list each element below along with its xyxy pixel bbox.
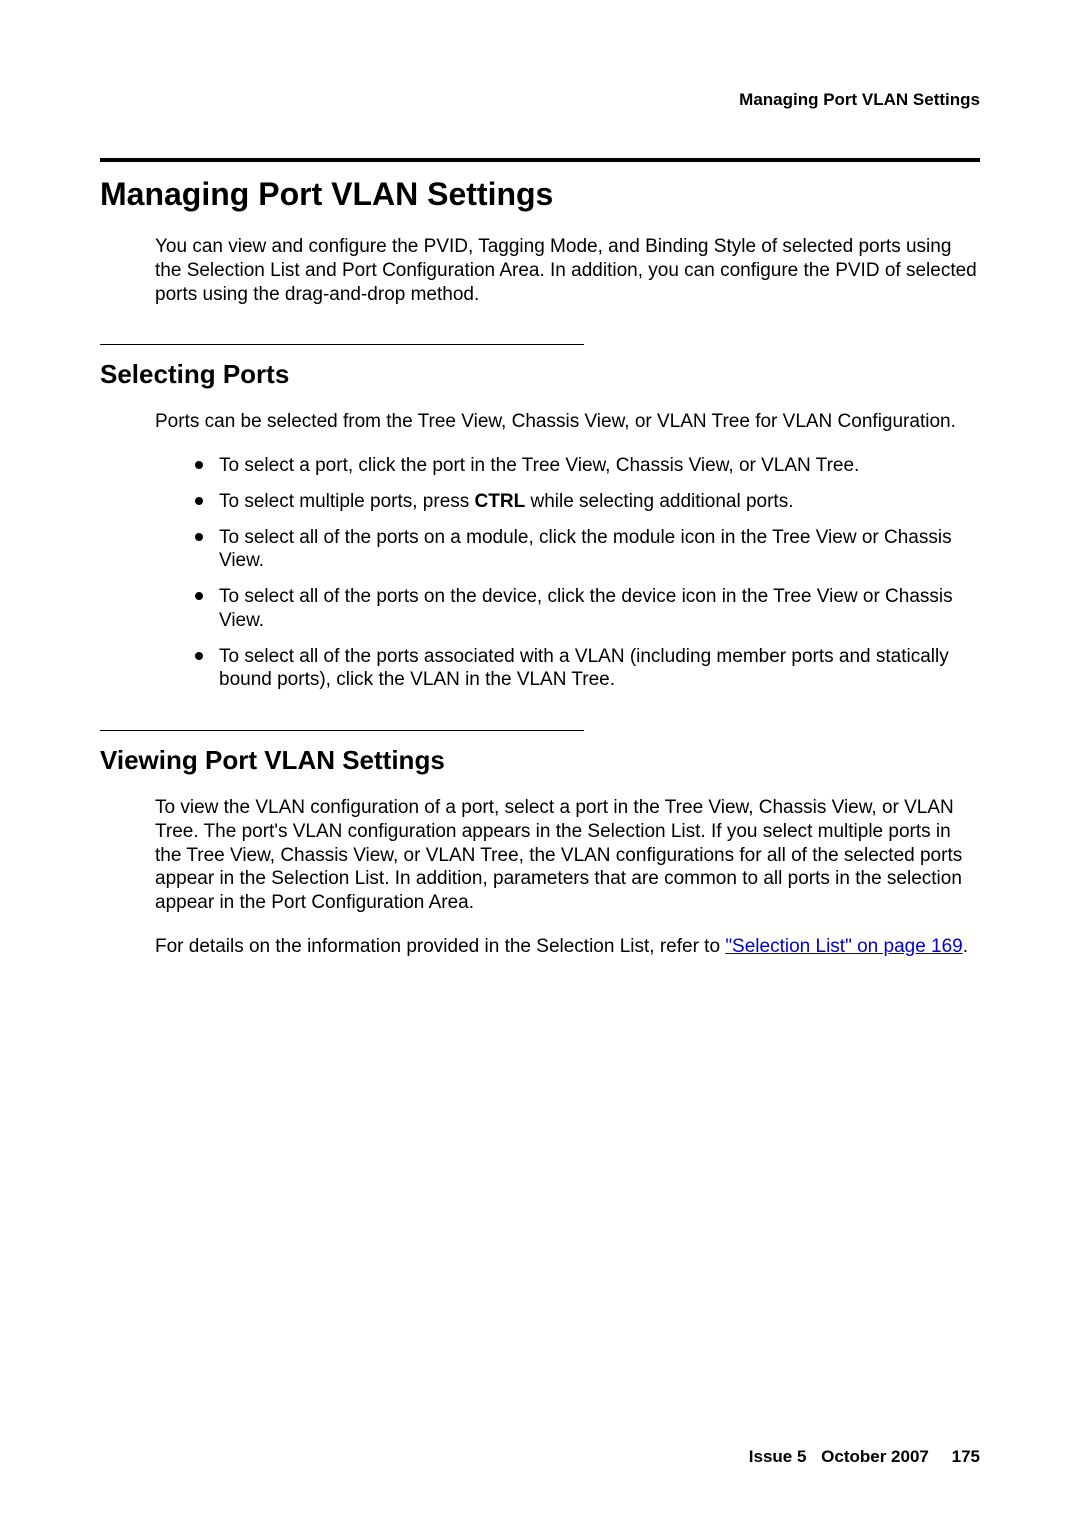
subsection-rule xyxy=(100,344,584,345)
list-item: To select multiple ports, press CTRL whi… xyxy=(195,490,980,514)
selection-list-link[interactable]: "Selection List" on page 169 xyxy=(725,936,962,957)
ctrl-key-label: CTRL xyxy=(475,491,526,512)
subsection-rule xyxy=(100,730,584,731)
body-text: For details on the information provided … xyxy=(155,936,725,957)
list-item-text: To select multiple ports, press xyxy=(219,491,475,512)
page-footer: Issue 5 October 2007 175 xyxy=(749,1447,980,1467)
page-title: Managing Port VLAN Settings xyxy=(100,176,980,213)
issue-label: Issue 5 xyxy=(749,1447,807,1466)
document-page: Managing Port VLAN Settings Managing Por… xyxy=(0,0,1080,1527)
footer-date: October 2007 xyxy=(821,1447,929,1466)
list-item: To select a port, click the port in the … xyxy=(195,454,980,478)
selecting-ports-bullets: To select a port, click the port in the … xyxy=(195,454,980,692)
body-text: . xyxy=(963,936,968,957)
page-number: 175 xyxy=(952,1447,980,1466)
viewing-paragraph-1: To view the VLAN configuration of a port… xyxy=(155,796,980,915)
viewing-settings-heading: Viewing Port VLAN Settings xyxy=(100,745,980,776)
list-item: To select all of the ports associated wi… xyxy=(195,645,980,693)
list-item: To select all of the ports on the device… xyxy=(195,585,980,633)
viewing-paragraph-2: For details on the information provided … xyxy=(155,935,980,959)
intro-paragraph: You can view and configure the PVID, Tag… xyxy=(155,235,980,306)
list-item: To select all of the ports on a module, … xyxy=(195,526,980,574)
selecting-ports-heading: Selecting Ports xyxy=(100,359,980,390)
running-head: Managing Port VLAN Settings xyxy=(100,90,980,110)
list-item-text: while selecting additional ports. xyxy=(525,491,793,512)
title-rule xyxy=(100,158,980,162)
selecting-ports-lead: Ports can be selected from the Tree View… xyxy=(155,410,980,434)
